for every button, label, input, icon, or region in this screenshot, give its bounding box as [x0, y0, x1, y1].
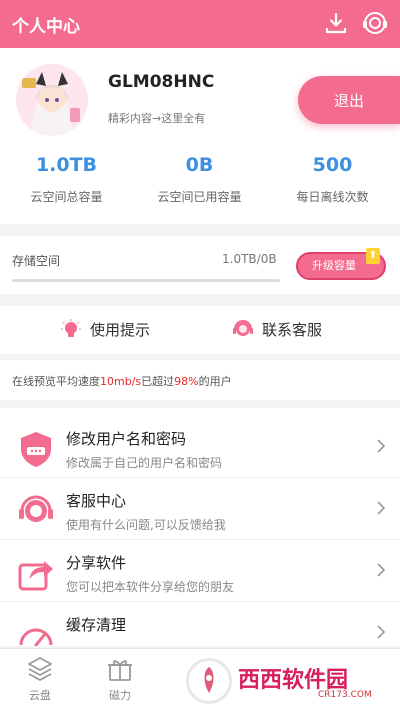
contact-service-button[interactable]: 联系客服	[232, 318, 322, 340]
help-bar: 使用提示 联系客服	[0, 306, 400, 354]
profile-subtitle: 精彩内容→这里全有	[108, 112, 206, 125]
usage-tips-button[interactable]: 使用提示	[60, 318, 150, 340]
watermark: 西西软件园 CR173.COM	[186, 656, 400, 710]
stat-value: 0B	[185, 154, 214, 176]
storage-value: 1.0TB/0B	[222, 252, 277, 266]
menu-item-service-center[interactable]: 客服中心 使用有什么问题,可以反馈给我	[0, 478, 400, 540]
stat-label: 云空间已用容量	[157, 190, 242, 204]
profile-card: GLM08HNC 精彩内容→这里全有 退出	[0, 48, 400, 144]
settings-menu: 修改用户名和密码 修改属于自己的用户名和密码 客服中心 使用有什么问题,可以反馈…	[0, 408, 400, 646]
speed-middle: 已超过	[141, 375, 175, 388]
headset-icon	[233, 320, 253, 336]
contact-service-label: 联系客服	[262, 320, 323, 339]
chevron-right-icon	[377, 501, 386, 515]
speed-suffix: 的用户	[198, 375, 232, 388]
stat-used-capacity: 0B 云空间已用容量	[133, 154, 266, 205]
download-icon[interactable]	[324, 11, 348, 35]
tab-magnet[interactable]: 磁力	[90, 655, 150, 703]
page-title: 个人中心	[12, 17, 80, 37]
avatar[interactable]	[16, 64, 88, 136]
menu-item-desc: 使用有什么问题,可以反馈给我	[66, 518, 226, 532]
headset-icon	[19, 495, 53, 522]
logout-button[interactable]: 退出	[298, 76, 400, 124]
menu-item-clear-cache[interactable]: 缓存清理	[0, 602, 400, 646]
speed-notice: 在线预览平均速度10mb/s已超过98%的用户	[0, 360, 400, 400]
menu-item-desc: 您可以把本软件分享给您的朋友	[66, 580, 235, 594]
menu-item-change-credentials[interactable]: 修改用户名和密码 修改属于自己的用户名和密码	[0, 416, 400, 478]
layers-icon	[28, 657, 52, 681]
speed-percent: 98%	[174, 375, 199, 388]
tab-cloud-disk[interactable]: 云盘	[10, 655, 70, 703]
chevron-right-icon	[377, 625, 386, 639]
usage-tips-label: 使用提示	[90, 320, 151, 339]
chevron-right-icon	[377, 563, 386, 577]
stat-total-capacity: 1.0TB 云空间总容量	[0, 154, 133, 205]
menu-item-title: 分享软件	[66, 554, 127, 572]
watermark-site: CR173.COM	[318, 690, 372, 700]
shield-lock-icon	[21, 432, 51, 467]
tab-label: 磁力	[109, 689, 131, 702]
watermark-logo	[186, 658, 232, 704]
speed-prefix: 在线预览平均速度	[12, 375, 100, 388]
upgrade-capacity-button[interactable]: 升级容量 ⬆	[296, 248, 386, 280]
app-header: 个人中心	[0, 0, 400, 48]
username: GLM08HNC	[108, 72, 215, 92]
menu-item-title: 修改用户名和密码	[66, 430, 187, 448]
storage-progress-bar	[12, 279, 280, 282]
stat-label: 云空间总容量	[30, 190, 103, 204]
upgrade-label: 升级容量	[312, 259, 356, 272]
stat-label: 每日离线次数	[296, 190, 369, 204]
menu-item-title: 缓存清理	[66, 616, 127, 634]
customer-service-icon[interactable]	[362, 10, 388, 36]
stat-value: 500	[312, 154, 353, 176]
speed-value: 10mb/s	[100, 375, 142, 388]
storage-section: 存储空间 1.0TB/0B 升级容量 ⬆	[0, 236, 400, 294]
gauge-icon	[19, 628, 53, 646]
stat-value: 1.0TB	[35, 154, 98, 176]
stat-daily-offline: 500 每日离线次数	[266, 154, 399, 205]
lightbulb-icon	[61, 319, 81, 337]
up-arrow-icon: ⬆	[366, 248, 380, 264]
storage-label: 存储空间	[12, 254, 61, 268]
tab-label: 云盘	[29, 689, 51, 702]
stats-row: 1.0TB 云空间总容量 0B 云空间已用容量 500 每日离线次数	[0, 144, 400, 224]
menu-item-desc: 修改属于自己的用户名和密码	[66, 456, 223, 470]
menu-item-title: 客服中心	[66, 492, 127, 510]
chevron-right-icon	[377, 439, 386, 453]
gift-icon	[108, 660, 132, 681]
menu-item-share-app[interactable]: 分享软件 您可以把本软件分享给您的朋友	[0, 540, 400, 602]
share-icon	[18, 561, 53, 591]
